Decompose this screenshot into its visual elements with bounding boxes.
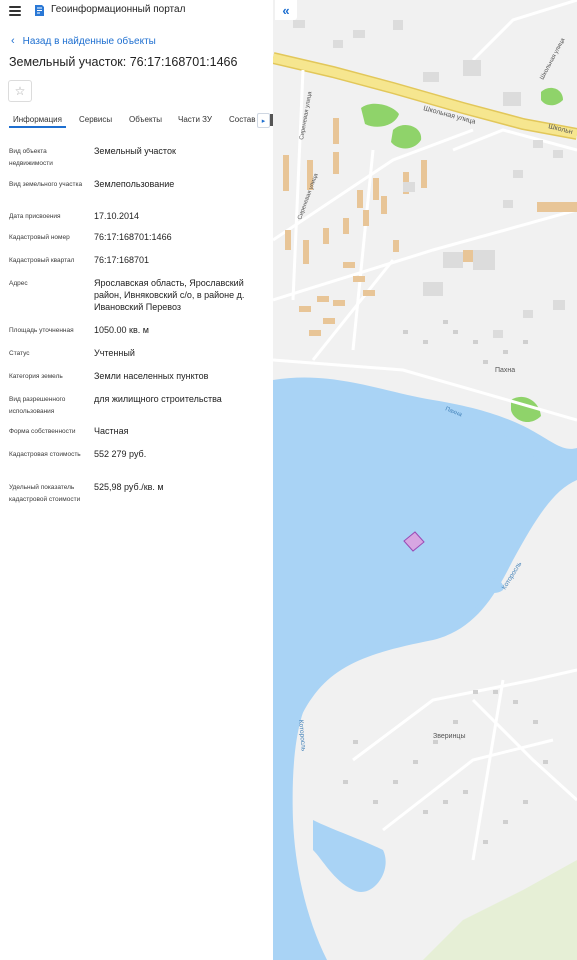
tab-composition[interactable]: Состав bbox=[229, 115, 256, 124]
chevron-right-icon: ▸ bbox=[261, 117, 266, 125]
back-link-label: Назад в найденные объекты bbox=[22, 36, 156, 47]
prop-label: Адрес bbox=[9, 280, 28, 287]
portal-logo-icon bbox=[35, 5, 44, 16]
prop-label: Удельный показатель кадастровой стоимост… bbox=[9, 484, 81, 503]
prop-label: Кадастровый номер bbox=[9, 234, 70, 241]
prop-label: Вид объекта недвижимости bbox=[9, 148, 53, 167]
label-village-pakhna: Пахна bbox=[495, 367, 515, 374]
back-to-results-link[interactable]: ‹ Назад в найденные объекты bbox=[11, 35, 156, 47]
object-info-panel: Геоинформационный портал ‹ Назад в найден… bbox=[0, 0, 273, 960]
map-canvas[interactable]: Школьная улица Школьн Школьная улица Сир… bbox=[273, 0, 577, 960]
prop-label: Площадь уточненная bbox=[9, 327, 74, 334]
prop-label: Дата присвоения bbox=[9, 213, 61, 220]
prop-label: Форма собственности bbox=[9, 428, 76, 435]
prop-value: Земельный участок bbox=[94, 146, 176, 156]
prop-label: Категория земель bbox=[9, 373, 63, 380]
favorite-button[interactable]: ☆ bbox=[8, 80, 32, 102]
tab-objects[interactable]: Объекты bbox=[129, 115, 162, 124]
prop-value: 1050.00 кв. м bbox=[94, 325, 149, 335]
prop-value: 76:17:168701:1466 bbox=[94, 232, 172, 242]
double-chevron-left-icon: « bbox=[282, 2, 290, 18]
prop-value: Земли населенных пунктов bbox=[94, 371, 209, 381]
map-view[interactable]: Школьная улица Школьн Школьная улица Сир… bbox=[273, 0, 577, 960]
active-tab-indicator bbox=[9, 126, 66, 128]
prop-value: 76:17:168701 bbox=[94, 255, 150, 265]
chevron-left-icon: ‹ bbox=[11, 35, 15, 47]
tab-services[interactable]: Сервисы bbox=[79, 115, 112, 124]
prop-label: Вид разрешенного использования bbox=[9, 396, 66, 415]
tab-parcel-parts[interactable]: Части ЗУ bbox=[178, 115, 212, 124]
collapse-panel-button[interactable]: « bbox=[275, 0, 297, 20]
tab-bar: Информация Сервисы Объекты Части ЗУ Сост… bbox=[0, 110, 273, 132]
star-icon: ☆ bbox=[14, 84, 26, 98]
prop-label: Вид земельного участка bbox=[9, 181, 83, 188]
prop-value: 552 279 руб. bbox=[94, 449, 147, 459]
prop-label: Кадастровый квартал bbox=[9, 257, 75, 264]
app-title: Геоинформационный портал bbox=[51, 4, 186, 15]
page-title: Земельный участок: 76:17:168701:1466 bbox=[9, 55, 238, 69]
prop-value: 17.10.2014 bbox=[94, 211, 140, 221]
tabs-scroll-right-button[interactable]: ▸ bbox=[257, 113, 270, 128]
prop-value: Учтенный bbox=[94, 348, 135, 358]
prop-label: Статус bbox=[9, 350, 30, 357]
prop-value: Ярославская область, Ярославский район, … bbox=[94, 278, 245, 312]
prop-value: Землепользование bbox=[94, 179, 175, 189]
prop-label: Кадастровая стоимость bbox=[9, 451, 81, 458]
prop-value: Частная bbox=[94, 426, 129, 436]
prop-value: для жилищного строительства bbox=[94, 394, 222, 404]
tab-information[interactable]: Информация bbox=[13, 115, 62, 124]
hamburger-menu-icon[interactable] bbox=[9, 6, 21, 16]
prop-value: 525,98 руб./кв. м bbox=[94, 482, 164, 492]
top-bar: Геоинформационный портал bbox=[0, 0, 273, 22]
label-village-zverintsy: Зверинцы bbox=[433, 733, 465, 740]
